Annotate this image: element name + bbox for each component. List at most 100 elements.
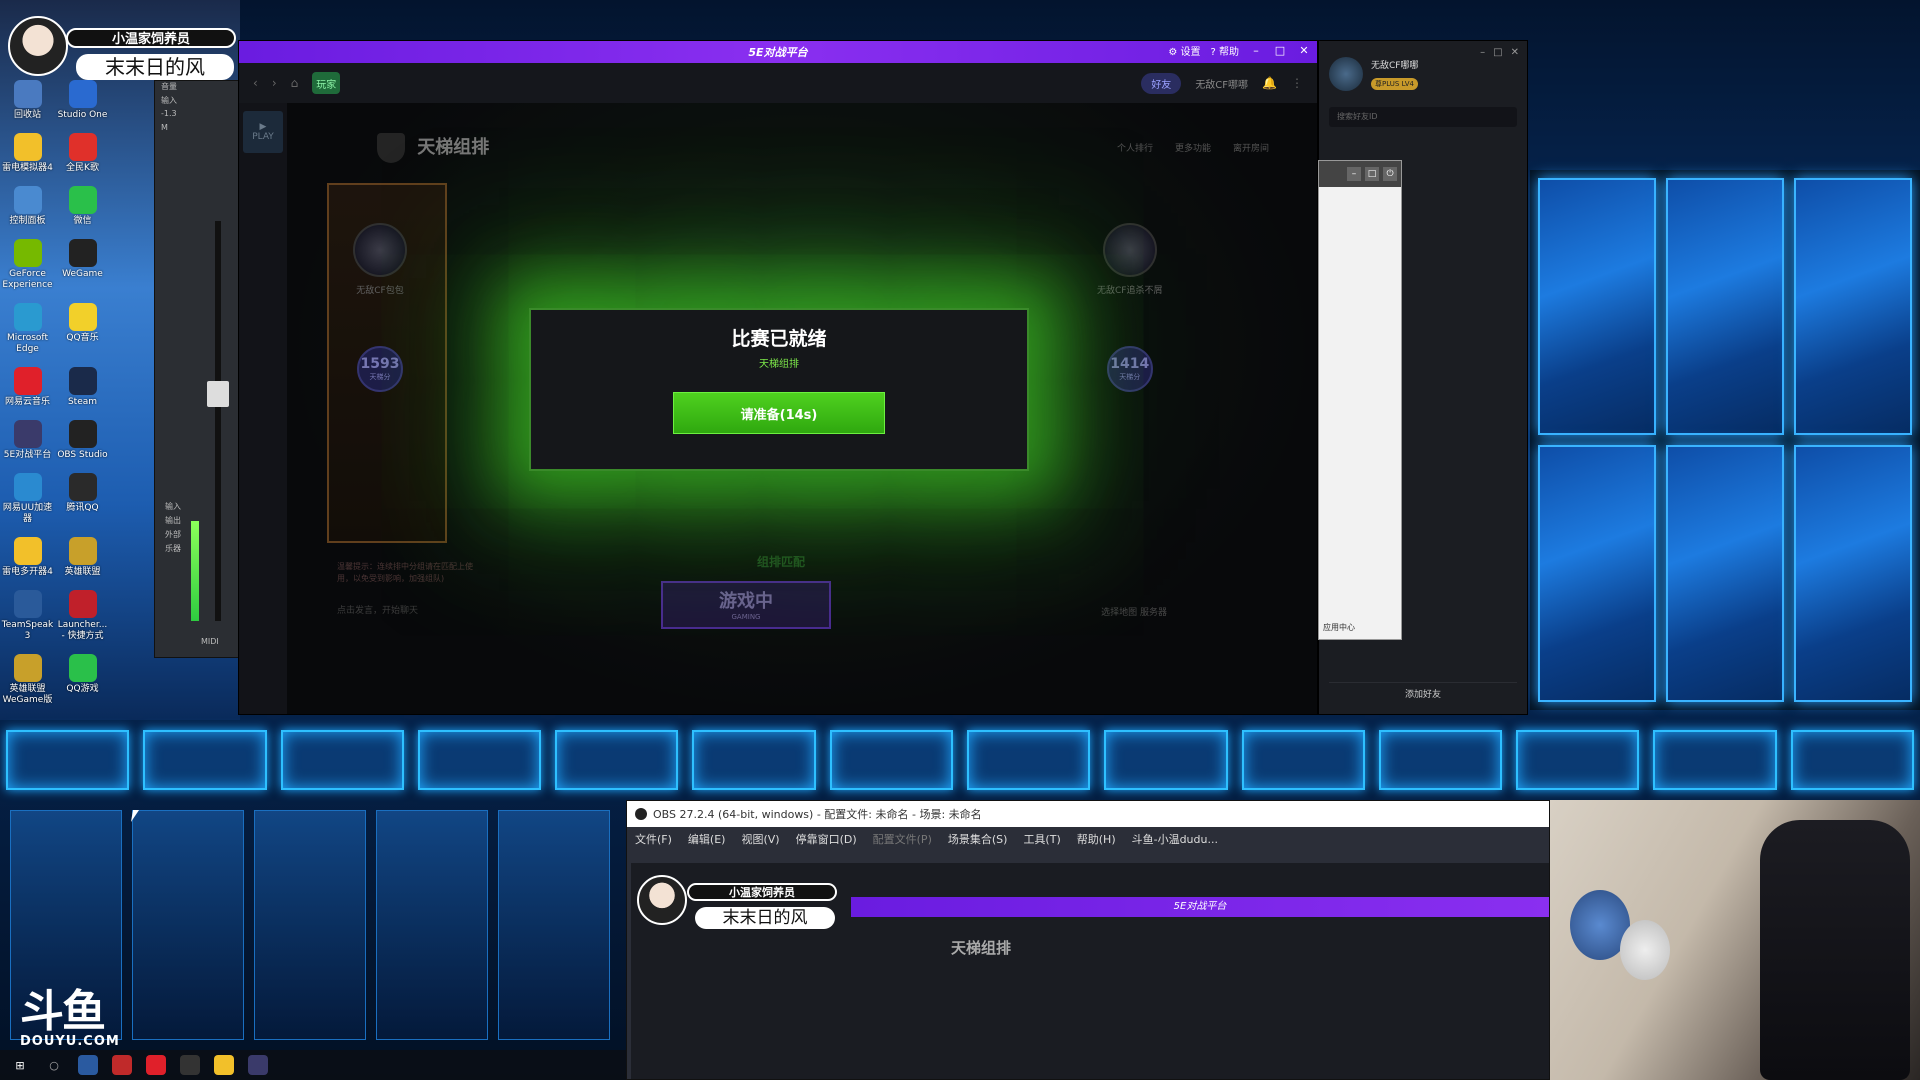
- power-icon[interactable]: ⏻: [1383, 167, 1397, 181]
- gaming-status-button[interactable]: 游戏中 GAMING: [661, 581, 831, 629]
- desktop-icon[interactable]: 腾讯QQ: [55, 473, 110, 525]
- play-icon: ▶: [259, 122, 267, 132]
- chat-input[interactable]: 点击发言，开始聊天: [337, 603, 418, 616]
- widget-minimize-button[interactable]: –: [1347, 167, 1361, 181]
- desktop-icon-label: 控制面板: [9, 216, 46, 226]
- obs-menu-item[interactable]: 工具(T): [1023, 831, 1060, 847]
- desktop-icon[interactable]: 雷电多开器4: [0, 537, 55, 578]
- desktop-icon[interactable]: WeGame: [55, 239, 110, 291]
- mixer-midi[interactable]: MIDI: [195, 637, 219, 651]
- player-badge[interactable]: 玩家: [312, 72, 341, 94]
- obs-menu-item[interactable]: 场景集合(S): [948, 831, 1008, 847]
- desktop-icon[interactable]: Microsoft Edge: [0, 303, 55, 355]
- desktop-icon[interactable]: 5E对战平台: [0, 420, 55, 461]
- mixer-row[interactable]: 外部: [159, 529, 181, 543]
- recycle-bin-icon: [13, 80, 42, 108]
- desktop-icon-label: 英雄联盟WeGame版: [2, 684, 53, 705]
- floor-light: [143, 730, 267, 790]
- maximize-button[interactable]: □: [1273, 44, 1287, 57]
- desktop-icon[interactable]: 全民K歌: [55, 133, 110, 174]
- obs-menu-item[interactable]: 视图(V): [741, 831, 779, 847]
- back-arrow-icon[interactable]: ‹: [253, 76, 258, 90]
- qq-icon: [68, 473, 97, 501]
- desktop-icon[interactable]: Studio One: [55, 80, 110, 121]
- desktop-icon[interactable]: QQ音乐: [55, 303, 110, 355]
- desktop-icon[interactable]: 微信: [55, 186, 110, 227]
- close-button[interactable]: ✕: [1297, 44, 1311, 57]
- windows-start-icon[interactable]: ⊞: [10, 1055, 30, 1075]
- mixer-row[interactable]: 输入: [155, 95, 239, 109]
- desktop-icon[interactable]: 英雄联盟WeGame版: [0, 654, 55, 706]
- home-icon[interactable]: ⌂: [291, 76, 299, 90]
- desktop-icon[interactable]: GeForce Experience: [0, 239, 55, 291]
- floor-light: [692, 730, 816, 790]
- desktop-icon[interactable]: 网易云音乐: [0, 367, 55, 408]
- desktop-icon[interactable]: OBS Studio: [55, 420, 110, 461]
- friends-close-button[interactable]: ✕: [1511, 47, 1519, 58]
- friends-minimize-button[interactable]: –: [1480, 47, 1485, 58]
- forward-arrow-icon[interactable]: ›: [272, 76, 277, 90]
- desktop-icon[interactable]: QQ游戏: [55, 654, 110, 706]
- volume-fader-knob[interactable]: [207, 381, 229, 407]
- player-slot[interactable]: 无敌CF包包 1593 天梯分: [353, 223, 407, 392]
- server-selector[interactable]: 选择地图 服务器: [1101, 605, 1167, 618]
- widget-toolbar: – □ ⏻: [1319, 161, 1401, 187]
- more-icon[interactable]: ⋮: [1291, 76, 1303, 90]
- desktop-icon-label: 腾讯QQ: [66, 503, 99, 513]
- add-friend-button[interactable]: 添加好友: [1329, 682, 1517, 706]
- obs-menu-item[interactable]: 编辑(E): [688, 831, 726, 847]
- link-leave-room[interactable]: 离开房间: [1233, 141, 1269, 154]
- ldmulti-icon: [13, 537, 42, 565]
- accept-match-button[interactable]: 请准备(14s): [673, 392, 885, 434]
- taskbar-app-icon[interactable]: [78, 1055, 98, 1075]
- obs-menu-item[interactable]: 文件(F): [635, 831, 672, 847]
- friends-maximize-button[interactable]: □: [1493, 47, 1502, 58]
- help-button[interactable]: ? 帮助: [1211, 43, 1240, 58]
- widget-maximize-button[interactable]: □: [1365, 167, 1379, 181]
- obs-menu-item[interactable]: 帮助(H): [1077, 831, 1116, 847]
- link-more[interactable]: 更多功能: [1175, 141, 1211, 154]
- settings-button[interactable]: ⚙ 设置: [1168, 43, 1200, 58]
- desktop-icon[interactable]: 网易UU加速器: [0, 473, 55, 525]
- app-center-link[interactable]: 应用中心: [1323, 622, 1355, 633]
- desktop-icon[interactable]: 回收站: [0, 80, 55, 121]
- obs-preview-canvas[interactable]: 小温家饲养员 末末日的风 5E对战平台 天梯组排: [631, 863, 1549, 1079]
- desktop-icon[interactable]: 英雄联盟: [55, 537, 110, 578]
- desktop-icon-label: Launcher... - 快捷方式: [57, 620, 108, 641]
- player-slot[interactable]: 无敌CF追杀不屑 1414 天梯分: [1097, 223, 1162, 392]
- link-ranking[interactable]: 个人排行: [1117, 141, 1153, 154]
- friends-button[interactable]: 好友: [1141, 72, 1182, 94]
- desktop-icon[interactable]: Steam: [55, 367, 110, 408]
- match-type-label[interactable]: 组排匹配: [757, 553, 805, 570]
- mixer-row[interactable]: 乐器: [159, 543, 181, 557]
- play-tab[interactable]: ▶ PLAY: [243, 111, 283, 153]
- desktop-icon[interactable]: 雷电模拟器4: [0, 133, 55, 174]
- obs-menu-item[interactable]: 停靠窗口(D): [796, 831, 857, 847]
- netease-music-icon[interactable]: [146, 1055, 166, 1075]
- search-icon[interactable]: ○: [44, 1055, 64, 1075]
- mixer-mute-button[interactable]: M: [155, 123, 239, 137]
- lol-wegame-icon: [13, 654, 42, 682]
- mixer-row[interactable]: 输入: [159, 501, 181, 515]
- obs-menu-item[interactable]: 斗鱼-小温dudu...: [1132, 831, 1218, 847]
- desktop-icon[interactable]: 控制面板: [0, 186, 55, 227]
- taskbar-app-icon[interactable]: [112, 1055, 132, 1075]
- volume-fader-track[interactable]: [215, 221, 221, 621]
- 5e-icon[interactable]: [248, 1055, 268, 1075]
- game-nav-bar: ‹ › ⌂ 玩家 好友 无敌CF哪哪 🔔 ⋮: [239, 63, 1317, 103]
- desktop-icon[interactable]: TeamSpeak 3: [0, 590, 55, 642]
- minimize-button[interactable]: –: [1249, 44, 1263, 57]
- mixer-row[interactable]: 输出: [159, 515, 181, 529]
- audio-mixer-panel: 音量 输入 -1.3 M 输入 输出 外部 乐器 MIDI: [154, 80, 240, 658]
- avatar[interactable]: [1329, 57, 1363, 91]
- bell-icon[interactable]: 🔔: [1262, 76, 1277, 90]
- obs-menu-item[interactable]: 配置文件(P): [873, 831, 932, 847]
- control-panel-icon: [13, 186, 42, 214]
- wallpaper-pane: [1538, 445, 1656, 702]
- obs-icon[interactable]: [180, 1055, 200, 1075]
- friend-search-input[interactable]: 搜索好友ID: [1329, 107, 1517, 127]
- ldplayer-icon[interactable]: [214, 1055, 234, 1075]
- nav-username[interactable]: 无敌CF哪哪: [1195, 76, 1248, 91]
- desktop-icon-label: GeForce Experience: [2, 269, 53, 290]
- desktop-icon[interactable]: Launcher... - 快捷方式: [55, 590, 110, 642]
